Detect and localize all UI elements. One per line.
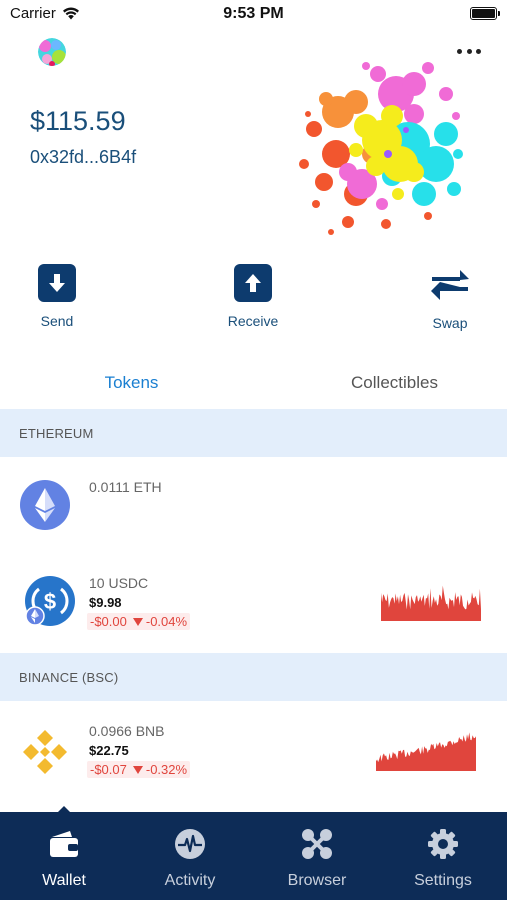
- usdc-icon: $: [25, 576, 75, 626]
- token-fiat-value: $22.75: [89, 743, 129, 758]
- nav-settings-label: Settings: [414, 872, 472, 889]
- price-change: -$0.07 -0.32%: [87, 761, 191, 778]
- token-row-eth[interactable]: 0.0111 ETH: [0, 457, 507, 557]
- wallet-balance: $115.59: [30, 106, 126, 136]
- clock: 9:53 PM: [223, 5, 284, 22]
- tab-collectibles[interactable]: Collectibles: [268, 358, 507, 408]
- bnb-icon: [23, 730, 67, 774]
- nav-browser[interactable]: Browser: [267, 826, 367, 890]
- nav-wallet-label: Wallet: [42, 872, 86, 889]
- token-row-bnb[interactable]: 0.0966 BNB $22.75 -$0.07 -0.32%: [0, 701, 507, 811]
- token-fiat-value: $9.98: [89, 595, 122, 610]
- receive-button[interactable]: Receive: [213, 264, 293, 329]
- swap-arrows-icon: [430, 264, 470, 304]
- nav-activity[interactable]: Activity: [140, 826, 240, 890]
- wallet-icon: [50, 831, 78, 857]
- status-bar: Carrier 9:53 PM: [0, 0, 507, 30]
- send-label: Send: [40, 313, 74, 329]
- battery-icon: [470, 7, 500, 20]
- download-icon: [38, 264, 76, 302]
- nav-activity-label: Activity: [164, 872, 216, 889]
- section-header-bsc: BINANCE (BSC): [0, 653, 507, 701]
- receive-label: Receive: [227, 313, 279, 329]
- collectible-image: [299, 62, 463, 235]
- swap-button[interactable]: Swap: [410, 264, 490, 331]
- bottom-nav: Wallet Activity Browser Settings: [0, 812, 507, 900]
- token-amount: 0.0111 ETH: [89, 479, 162, 495]
- nav-settings[interactable]: Settings: [393, 826, 493, 890]
- price-change-amount: -$0.07: [90, 762, 127, 777]
- token-amount: 0.0966 BNB: [89, 723, 165, 739]
- token-row-usdc[interactable]: $ 10 USDC $9.98 -$0.00 -0.04%: [0, 557, 507, 653]
- price-change-percent: -0.32%: [145, 762, 188, 777]
- avatar[interactable]: [38, 38, 66, 66]
- swap-label: Swap: [432, 315, 468, 331]
- section-header-ethereum: ETHEREUM: [0, 409, 507, 457]
- upload-icon: [234, 264, 272, 302]
- send-button[interactable]: Send: [17, 264, 97, 329]
- token-amount: 10 USDC: [89, 575, 149, 591]
- browser-icon: [302, 829, 332, 859]
- price-change-percent: -0.04%: [145, 614, 188, 629]
- price-sparkline: [381, 585, 481, 621]
- wallet-address[interactable]: 0x32fd...6B4f: [30, 147, 136, 168]
- price-change: -$0.00 -0.04%: [87, 613, 191, 630]
- asset-tabs: Tokens Collectibles: [0, 358, 507, 408]
- activity-icon: [175, 829, 205, 859]
- down-triangle-icon: [132, 618, 143, 626]
- ethereum-icon: [20, 480, 70, 530]
- tab-tokens[interactable]: Tokens: [5, 358, 258, 408]
- nav-wallet[interactable]: Wallet: [14, 826, 114, 890]
- gear-icon: [428, 829, 458, 859]
- down-triangle-icon: [132, 766, 143, 774]
- price-change-amount: -$0.00: [90, 614, 127, 629]
- svg-text:$: $: [44, 589, 56, 614]
- price-sparkline: [376, 732, 476, 771]
- nav-browser-label: Browser: [287, 872, 347, 889]
